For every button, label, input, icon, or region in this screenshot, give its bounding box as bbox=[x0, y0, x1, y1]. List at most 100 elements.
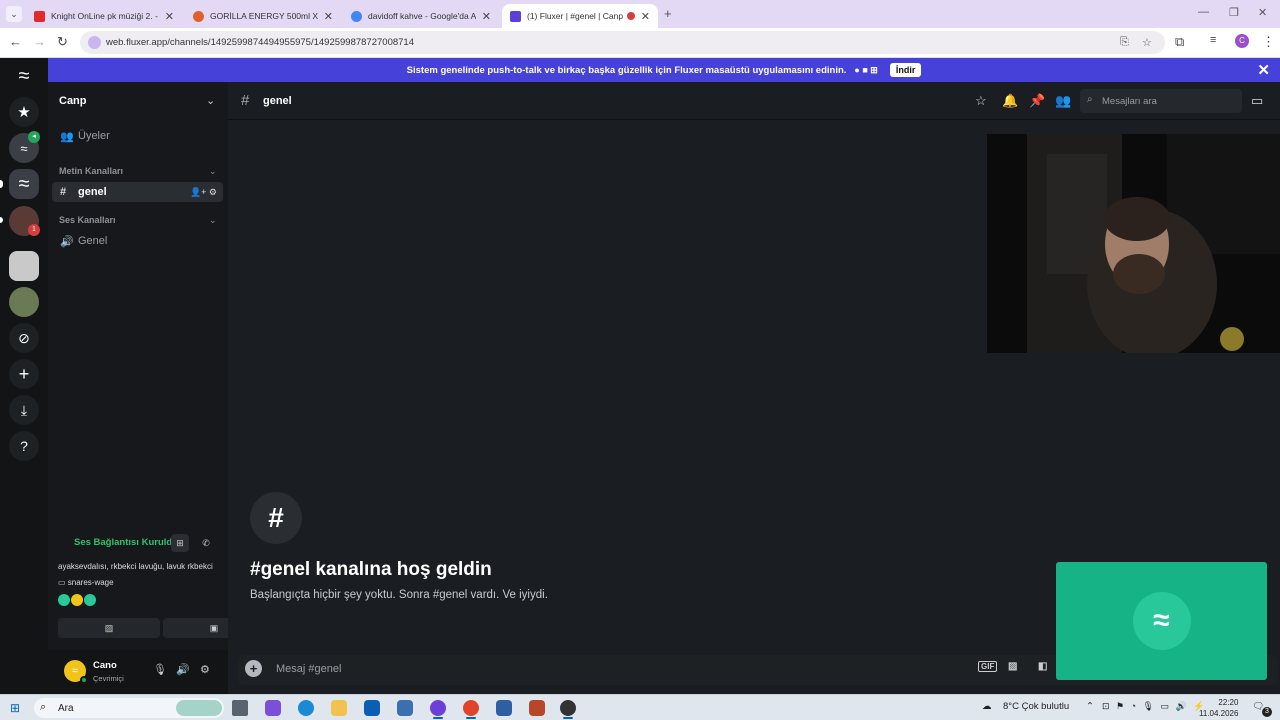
server-icon[interactable] bbox=[9, 251, 39, 281]
chevron-down-icon[interactable]: ⌄ bbox=[209, 215, 217, 226]
game-icon[interactable] bbox=[529, 700, 545, 716]
edge-icon[interactable] bbox=[298, 700, 314, 716]
browser-tab[interactable]: GORİLLA ENERGY 500ml X12 E ✕ bbox=[185, 4, 341, 28]
extensions-icon[interactable]: ⧉ bbox=[1175, 34, 1184, 50]
taskbar-search[interactable]: ⌕ Ara bbox=[34, 698, 224, 718]
tray-icons[interactable]: ⊡ ⚑ ◔ 🎙 ▭ 🔊 ⚡ bbox=[1102, 701, 1206, 712]
download-button[interactable]: İndir bbox=[889, 63, 922, 77]
sticker-icon[interactable]: ◧ bbox=[1038, 661, 1047, 672]
disconnect-phone-icon[interactable]: ✆ bbox=[197, 534, 215, 552]
active-app-indicator bbox=[466, 717, 476, 719]
app-icon[interactable] bbox=[430, 700, 446, 716]
reload-icon[interactable]: ↻ bbox=[57, 34, 68, 50]
tab-search-icon[interactable]: ⌄ bbox=[6, 6, 22, 22]
close-banner-icon[interactable]: ✕ bbox=[1257, 61, 1270, 79]
banner-text: Sistem genelinde push-to-talk ve birkaç … bbox=[406, 64, 847, 76]
weather-icon[interactable]: ☁ bbox=[982, 701, 992, 712]
browser-tab-active[interactable]: (1) Fluxer | #genel | Canp ✕ bbox=[502, 4, 658, 28]
voice-status[interactable]: Ses Bağlantısı Kuruldu bbox=[74, 537, 178, 548]
youtube-icon bbox=[34, 10, 45, 22]
favorites-star-icon[interactable]: ★ bbox=[9, 97, 39, 127]
search-input[interactable]: ⌕ Mesajları ara bbox=[1080, 89, 1242, 113]
download-icon[interactable]: ⤓ bbox=[9, 395, 39, 425]
browser-tab[interactable]: Knight OnLine pk müziği 2. - Yo ✕ bbox=[26, 4, 182, 28]
tab-title: davidoff kahve - Google'da Ara bbox=[368, 11, 476, 21]
close-tab-icon[interactable]: ✕ bbox=[324, 10, 333, 23]
close-tab-icon[interactable]: ✕ bbox=[165, 10, 174, 23]
voice-user-avatar[interactable] bbox=[71, 594, 83, 606]
add-server-icon[interactable]: + bbox=[9, 359, 39, 389]
close-tab-icon[interactable]: ✕ bbox=[641, 10, 650, 23]
chevron-down-icon[interactable]: ⌄ bbox=[206, 94, 215, 107]
chevron-down-icon[interactable]: ⌄ bbox=[209, 166, 217, 177]
pin-icon[interactable]: 📌 bbox=[1029, 93, 1045, 109]
attach-plus-icon[interactable]: + bbox=[245, 660, 262, 677]
settings-gear-icon[interactable]: ⚙ bbox=[200, 663, 210, 676]
address-bar[interactable]: web.fluxer.app/channels/1492599874494955… bbox=[80, 31, 1165, 54]
members-link[interactable]: 👥 Üyeler bbox=[52, 126, 223, 146]
microphone-icon[interactable]: 🎙 bbox=[153, 663, 167, 676]
voice-user-avatar[interactable] bbox=[58, 594, 70, 606]
message-input[interactable]: Mesaj #genel bbox=[276, 663, 341, 675]
profile-avatar[interactable]: C bbox=[1235, 34, 1249, 48]
menu-icon[interactable]: ⋮ bbox=[1262, 34, 1275, 50]
app-icon[interactable] bbox=[496, 700, 512, 716]
headphones-icon[interactable]: 🔊 bbox=[176, 663, 190, 676]
back-icon[interactable]: ← bbox=[9, 34, 22, 49]
copilot-icon[interactable] bbox=[265, 700, 281, 716]
image-icon[interactable]: ▨ bbox=[1008, 661, 1017, 672]
clock[interactable]: 22:20 11.04.2026 bbox=[1199, 697, 1238, 719]
voice-channels-category[interactable]: Ses Kanalları bbox=[59, 215, 116, 225]
tab-title: (1) Fluxer | #genel | Canp bbox=[527, 11, 623, 21]
voice-channel-genel[interactable]: 🔊 Genel bbox=[52, 231, 223, 251]
monitor-icon: ▭ bbox=[58, 578, 68, 587]
install-app-icon[interactable]: ⎘ bbox=[1120, 36, 1129, 49]
voice-device: ▭ snares-wage bbox=[58, 578, 114, 587]
noise-suppression-icon[interactable]: ⊞ bbox=[171, 534, 189, 552]
explore-compass-icon[interactable]: ⊘ bbox=[9, 323, 39, 353]
online-status-dot bbox=[80, 676, 88, 684]
tray-chevron-icon[interactable]: ⌃ bbox=[1086, 701, 1094, 712]
store-icon[interactable] bbox=[397, 700, 413, 716]
favorite-star-icon[interactable]: ☆ bbox=[975, 93, 987, 109]
windows-taskbar: ⊞ ⌕ Ara ☁ 8°C Çok bulutlu ⌃ ⊡ ⚑ ◔ 🎙 ▭ 🔊 … bbox=[0, 694, 1280, 720]
server-icon[interactable] bbox=[9, 287, 39, 317]
outlook-icon[interactable] bbox=[364, 700, 380, 716]
browser-tab-strip: ⌄ Knight OnLine pk müziği 2. - Yo ✕ GORİ… bbox=[0, 0, 1280, 28]
google-icon bbox=[351, 10, 362, 22]
weather-text[interactable]: 8°C Çok bulutlu bbox=[1003, 701, 1069, 712]
media-control-icon[interactable]: ≡ bbox=[1210, 34, 1216, 46]
voice-user-avatar[interactable] bbox=[84, 594, 96, 606]
help-icon[interactable]: ? bbox=[9, 431, 39, 461]
members-list-icon[interactable]: 👥 bbox=[1055, 93, 1071, 109]
close-window-icon[interactable]: ✕ bbox=[1258, 6, 1267, 19]
minimize-icon[interactable]: — bbox=[1198, 6, 1209, 18]
welcome-title: #genel kanalına hoş geldin bbox=[250, 559, 492, 580]
server-name[interactable]: Canp bbox=[59, 95, 87, 107]
notification-bell-icon[interactable]: 🔔 bbox=[1002, 93, 1018, 109]
browser-tab[interactable]: davidoff kahve - Google'da Ara ✕ bbox=[343, 4, 499, 28]
fluxer-home-icon[interactable]: ≈ bbox=[9, 61, 39, 91]
new-tab-button[interactable]: + bbox=[664, 6, 672, 21]
restore-icon[interactable]: ❐ bbox=[1229, 6, 1239, 19]
invite-settings-icons[interactable]: 👤+ ⚙ bbox=[190, 187, 217, 198]
text-channels-category[interactable]: Metin Kanalları bbox=[59, 166, 123, 176]
chrome-icon[interactable] bbox=[463, 700, 479, 716]
fluxer-favicon-icon bbox=[510, 10, 521, 22]
close-tab-icon[interactable]: ✕ bbox=[482, 10, 491, 23]
forward-icon[interactable]: → bbox=[33, 34, 46, 49]
webcam-video-feed[interactable] bbox=[987, 134, 1280, 353]
channel-genel[interactable]: # genel 👤+ ⚙ bbox=[52, 182, 223, 202]
file-explorer-icon[interactable] bbox=[331, 700, 347, 716]
camera-off-button[interactable]: ▨ bbox=[58, 618, 160, 638]
recording-app-icon[interactable] bbox=[560, 700, 576, 716]
voice-participant-tile[interactable]: ≈ bbox=[1056, 562, 1267, 680]
bookmark-star-icon[interactable]: ☆ bbox=[1142, 36, 1152, 49]
inbox-icon[interactable]: ▭ bbox=[1251, 93, 1263, 109]
task-view-icon[interactable] bbox=[232, 700, 248, 716]
server-icon-canp[interactable]: ≈ bbox=[9, 169, 39, 199]
site-info-icon[interactable] bbox=[88, 36, 101, 49]
windows-start-icon[interactable]: ⊞ bbox=[10, 701, 20, 715]
user-name[interactable]: Cano bbox=[93, 660, 117, 671]
gif-button[interactable]: GIF bbox=[978, 661, 998, 672]
